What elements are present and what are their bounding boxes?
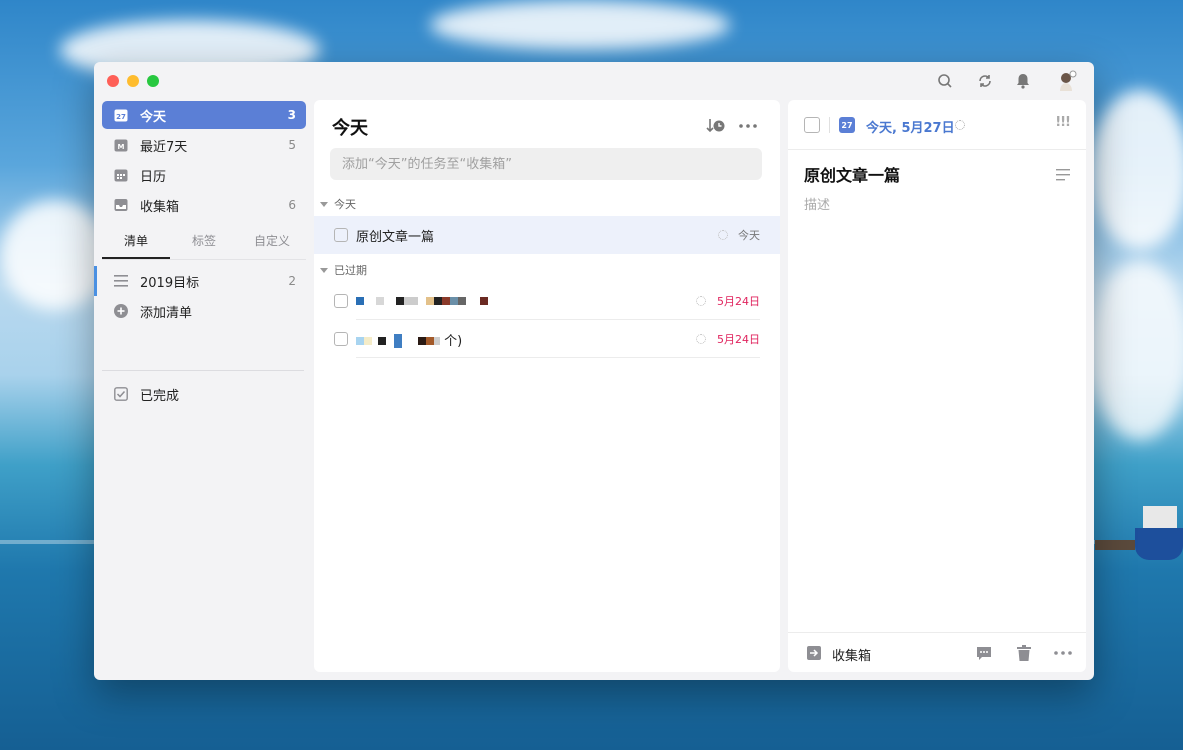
zoom-window-button[interactable] — [147, 75, 159, 87]
task-row[interactable]: 原创文章一篇 今天 — [314, 216, 780, 254]
priority-flag-icon[interactable]: !!! — [1055, 115, 1071, 130]
divider — [102, 370, 304, 371]
sidebar-item-inbox[interactable]: 收集箱 6 — [102, 191, 306, 219]
task-row[interactable]: 个) 5月24日 — [314, 320, 780, 358]
task-checkbox[interactable] — [334, 332, 348, 346]
task-title-redacted: 个) — [356, 330, 462, 349]
trash-icon[interactable] — [1016, 645, 1032, 661]
group-header-overdue[interactable]: 已过期 — [320, 262, 367, 278]
detail-checkbox[interactable] — [804, 117, 820, 133]
task-title: 个) — [444, 333, 463, 349]
count-badge: 5 — [288, 138, 296, 152]
background-cloud — [1090, 90, 1183, 250]
tab-tags[interactable]: 标签 — [170, 226, 238, 259]
svg-text:27: 27 — [116, 113, 126, 121]
add-circle-icon — [114, 304, 128, 318]
more-icon[interactable] — [1054, 645, 1072, 661]
title-bar — [94, 62, 1094, 98]
close-window-button[interactable] — [107, 75, 119, 87]
task-checkbox[interactable] — [334, 294, 348, 308]
group-label: 今天 — [334, 198, 356, 211]
group-label: 已过期 — [334, 264, 367, 277]
sidebar-item-label: 已完成 — [140, 388, 180, 404]
sidebar-item-label: 今天 — [140, 109, 167, 125]
sidebar-item-label: 收集箱 — [140, 199, 180, 215]
task-checkbox[interactable] — [334, 228, 348, 242]
sidebar-item-label: 2019目标 — [140, 275, 200, 291]
calendar-today-icon[interactable]: 27 — [839, 117, 855, 133]
text-format-icon[interactable] — [1056, 166, 1070, 181]
collapse-triangle-icon — [320, 267, 328, 273]
sidebar-item-label: 最近7天 — [140, 139, 188, 155]
sidebar: 27 今天 3 M 最近7天 5 日历 收集箱 6 清单 标签 自定义 2019… — [94, 98, 314, 680]
count-badge: 6 — [288, 198, 296, 212]
search-icon[interactable] — [936, 72, 954, 90]
tab-custom[interactable]: 自定义 — [238, 226, 306, 259]
repeat-icon — [696, 334, 706, 344]
divider — [829, 117, 830, 133]
avatar[interactable] — [1056, 70, 1078, 92]
sidebar-item-list-2019-goals[interactable]: 2019目标 2 — [102, 267, 306, 295]
task-list-panel: 今天 今天 原创文章一篇 今天 已过期 — [314, 100, 780, 672]
calendar-today-icon: 27 — [114, 108, 128, 122]
sidebar-item-label: 添加清单 — [140, 305, 193, 321]
tab-lists[interactable]: 清单 — [102, 226, 170, 259]
more-icon[interactable] — [738, 116, 758, 136]
sidebar-tabs: 清单 标签 自定义 — [102, 226, 306, 260]
detail-header: 27 今天, 5月27日 !!! — [788, 100, 1086, 150]
move-to-list-icon[interactable] — [806, 645, 822, 661]
background-cloud — [430, 0, 730, 50]
list-name[interactable]: 收集箱 — [832, 645, 871, 664]
sort-icon[interactable] — [706, 116, 726, 136]
list-icon — [114, 274, 128, 288]
task-row[interactable]: 5月24日 — [314, 282, 780, 320]
pier-boat-image — [1095, 506, 1183, 560]
inbox-icon — [114, 198, 128, 212]
background-cloud — [1090, 260, 1183, 440]
add-task-input[interactable] — [330, 148, 762, 180]
repeat-icon — [718, 230, 728, 240]
task-title: 原创文章一篇 — [356, 229, 435, 245]
sidebar-item-completed[interactable]: 已完成 — [102, 380, 306, 408]
add-list-button[interactable]: 添加清单 — [102, 297, 306, 325]
calendar-week-icon: M — [114, 138, 128, 152]
repeat-icon — [955, 120, 965, 130]
group-header-today[interactable]: 今天 — [320, 196, 356, 212]
description-field[interactable]: 描述 — [804, 194, 830, 213]
minimize-window-button[interactable] — [127, 75, 139, 87]
detail-title[interactable]: 原创文章一篇 — [804, 162, 900, 186]
task-detail-panel: 27 今天, 5月27日 !!! 原创文章一篇 描述 收集箱 — [788, 100, 1086, 672]
sidebar-item-calendar[interactable]: 日历 — [102, 161, 306, 189]
repeat-icon — [696, 296, 706, 306]
sidebar-item-label: 日历 — [140, 169, 167, 185]
checkbox-done-icon — [114, 387, 128, 401]
collapse-triangle-icon — [320, 201, 328, 207]
bell-icon[interactable] — [1014, 72, 1032, 90]
task-date: 今天 — [738, 229, 760, 242]
sync-icon[interactable] — [976, 72, 994, 90]
svg-text:M: M — [118, 143, 125, 151]
comment-icon[interactable] — [976, 645, 992, 661]
app-window: 27 今天 3 M 最近7天 5 日历 收集箱 6 清单 标签 自定义 2019… — [94, 62, 1094, 680]
sidebar-item-today[interactable]: 27 今天 3 — [102, 101, 306, 129]
task-date-overdue: 5月24日 — [717, 295, 760, 308]
due-date-label[interactable]: 今天, 5月27日 — [866, 117, 955, 136]
task-title-redacted — [356, 294, 488, 309]
page-title: 今天 — [332, 118, 368, 139]
sidebar-item-next-7-days[interactable]: M 最近7天 5 — [102, 131, 306, 159]
calendar-icon — [114, 168, 128, 182]
task-date-overdue: 5月24日 — [717, 333, 760, 346]
count-badge: 3 — [287, 108, 296, 122]
selection-accent — [94, 266, 97, 296]
detail-footer: 收集箱 — [788, 632, 1086, 672]
row-divider — [356, 357, 760, 358]
count-badge: 2 — [288, 274, 296, 288]
